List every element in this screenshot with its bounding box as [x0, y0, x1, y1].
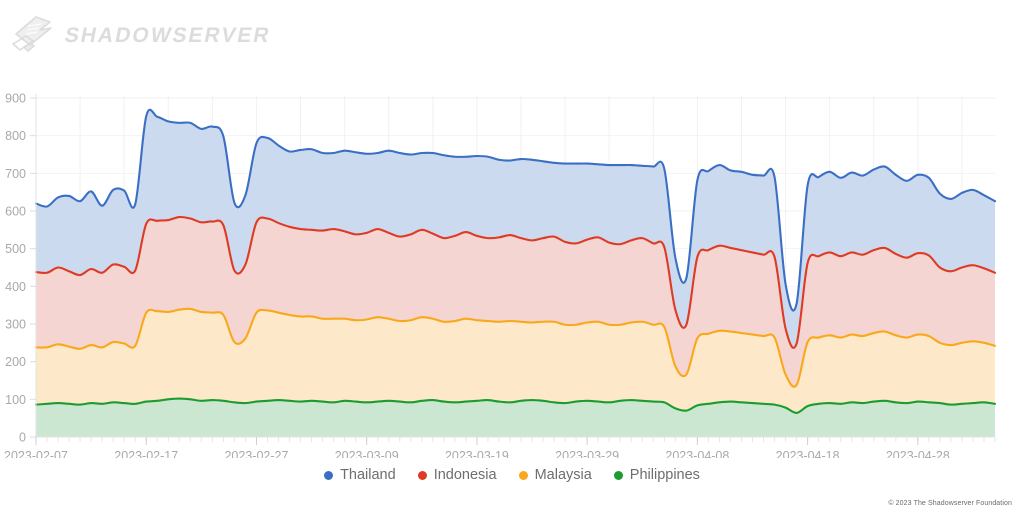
- y-axis-tick-label: 800: [5, 129, 26, 143]
- legend-dot-icon: [417, 470, 427, 480]
- legend-item-philippines[interactable]: Philippines: [613, 467, 700, 483]
- x-axis: 2023-02-07 2023-02-17 2023-02-27 2023-03-09…: [4, 436, 996, 458]
- legend-label: Malaysia: [534, 467, 592, 483]
- x-axis-tick-label: 2023-04-08: [665, 449, 729, 458]
- legend-label: Indonesia: [433, 467, 497, 483]
- y-axis-tick-label: 0: [19, 431, 26, 445]
- y-axis-tick-label: 300: [5, 318, 26, 332]
- copyright-notice: © 2023 The Shadowserver Foundation: [888, 500, 1012, 507]
- x-axis-tick-label: 2023-03-09: [335, 449, 399, 458]
- brand-wordmark: SHADOWSERVER: [62, 23, 273, 47]
- legend-label: Thailand: [340, 467, 396, 483]
- x-axis-tick-label: 2023-04-28: [886, 449, 950, 458]
- y-axis-tick-label: 600: [5, 205, 26, 219]
- legend-dot-icon: [613, 470, 623, 480]
- x-axis-tick-label: 2023-02-17: [114, 449, 178, 458]
- x-axis-tick-label: 2023-02-07: [4, 449, 68, 458]
- legend-dot-icon: [324, 470, 334, 480]
- y-axis-tick-label: 100: [5, 393, 26, 407]
- y-axis-tick-label: 400: [5, 280, 26, 294]
- y-axis-tick-label: 500: [5, 242, 26, 256]
- y-axis-tick-label: 200: [5, 355, 26, 369]
- x-axis-tick-label: 2023-04-18: [776, 449, 840, 458]
- legend-dot-icon: [518, 470, 528, 480]
- x-axis-tick-label: 2023-03-29: [555, 449, 619, 458]
- chart-legend: Thailand Indonesia Malaysia Philippines: [0, 468, 1024, 483]
- chart-canvas: 0100200300400500600700800900 2023-02-07 2…: [4, 92, 997, 458]
- brand-logo: SHADOWSERVER: [10, 14, 273, 56]
- legend-item-indonesia[interactable]: Indonesia: [417, 467, 497, 483]
- x-axis-tick-label: 2023-02-27: [224, 449, 288, 458]
- legend-item-malaysia[interactable]: Malaysia: [518, 467, 592, 483]
- stacked-area-chart: 0 100 200 300 400 500 600 700 800 900 2023-02-07 2…: [0, 78, 1024, 458]
- x-axis-tick-label: 2023-03-19: [445, 449, 509, 458]
- shadowserver-flag-icon: [12, 16, 52, 52]
- y-axis-tick-label: 700: [5, 167, 26, 181]
- legend-label: Philippines: [629, 467, 700, 483]
- legend-item-thailand[interactable]: Thailand: [324, 468, 396, 483]
- y-axis-tick-label: 900: [5, 92, 26, 106]
- y-axis: 0 100 200 300 400 500 600 700 800 900: [5, 92, 37, 445]
